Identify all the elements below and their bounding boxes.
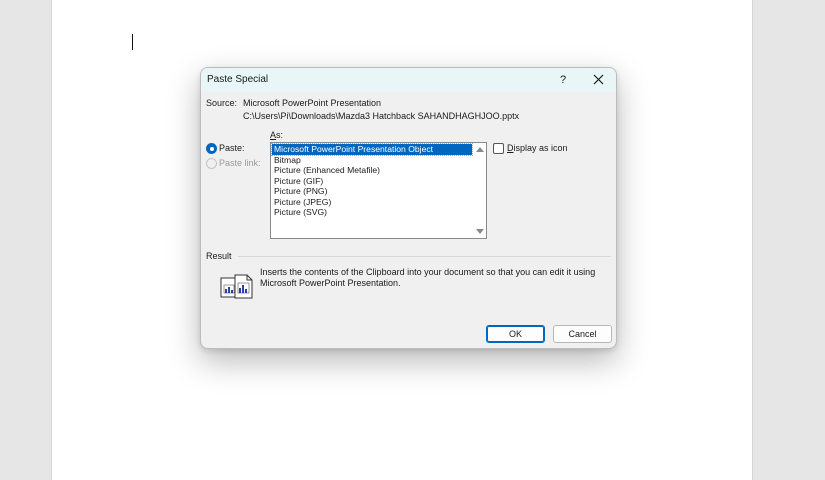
text-cursor xyxy=(132,34,133,50)
display-as-icon-checkbox[interactable] xyxy=(493,143,504,154)
as-list-item[interactable]: Picture (GIF) xyxy=(272,176,472,187)
dialog-titlebar[interactable]: Paste Special ? xyxy=(201,68,616,92)
as-listbox[interactable]: Microsoft PowerPoint Presentation Object… xyxy=(270,142,487,239)
close-button[interactable] xyxy=(587,71,609,89)
source-label: Source: xyxy=(206,98,238,108)
as-list-item[interactable]: Bitmap xyxy=(272,155,472,166)
as-list-item[interactable]: Picture (JPEG) xyxy=(272,197,472,208)
as-list-item[interactable]: Microsoft PowerPoint Presentation Object xyxy=(271,143,473,156)
source-path: C:\Users\Pi\Downloads\Mazda3 Hatchback S… xyxy=(243,111,520,121)
result-description: Inserts the contents of the Clipboard in… xyxy=(260,267,596,288)
scroll-up-arrow-icon[interactable] xyxy=(476,147,484,152)
ok-button[interactable]: OK xyxy=(486,325,545,343)
as-label: As: xyxy=(270,130,283,140)
scroll-down-arrow-icon[interactable] xyxy=(476,229,484,234)
result-clipboard-icon xyxy=(220,274,253,299)
as-list-items: Microsoft PowerPoint Presentation Object… xyxy=(271,143,473,218)
paste-radio[interactable] xyxy=(206,143,217,154)
as-list-item[interactable]: Picture (SVG) xyxy=(272,207,472,218)
result-label: Result xyxy=(206,251,232,261)
paste-radio-label[interactable]: Paste: xyxy=(219,143,245,153)
as-label-rest: s: xyxy=(276,130,284,140)
display-as-icon-label[interactable]: Display as icon xyxy=(507,143,568,153)
paste-special-dialog: Paste Special ? Source: Microsoft PowerP… xyxy=(200,67,617,349)
paste-link-radio-label[interactable]: Paste link: xyxy=(219,158,261,168)
help-button[interactable]: ? xyxy=(553,71,573,89)
as-list-item[interactable]: Picture (Enhanced Metafile) xyxy=(272,165,472,176)
dialog-title: Paste Special xyxy=(207,74,269,85)
result-divider xyxy=(238,256,611,257)
as-list-item[interactable]: Picture (PNG) xyxy=(272,186,472,197)
close-icon xyxy=(593,74,603,85)
cancel-button[interactable]: Cancel xyxy=(553,325,612,343)
as-listbox-scrollbar[interactable] xyxy=(473,143,486,238)
source-name: Microsoft PowerPoint Presentation xyxy=(243,98,382,108)
paste-link-radio[interactable] xyxy=(206,158,217,169)
display-as-icon-label-rest: isplay as icon xyxy=(513,143,568,153)
